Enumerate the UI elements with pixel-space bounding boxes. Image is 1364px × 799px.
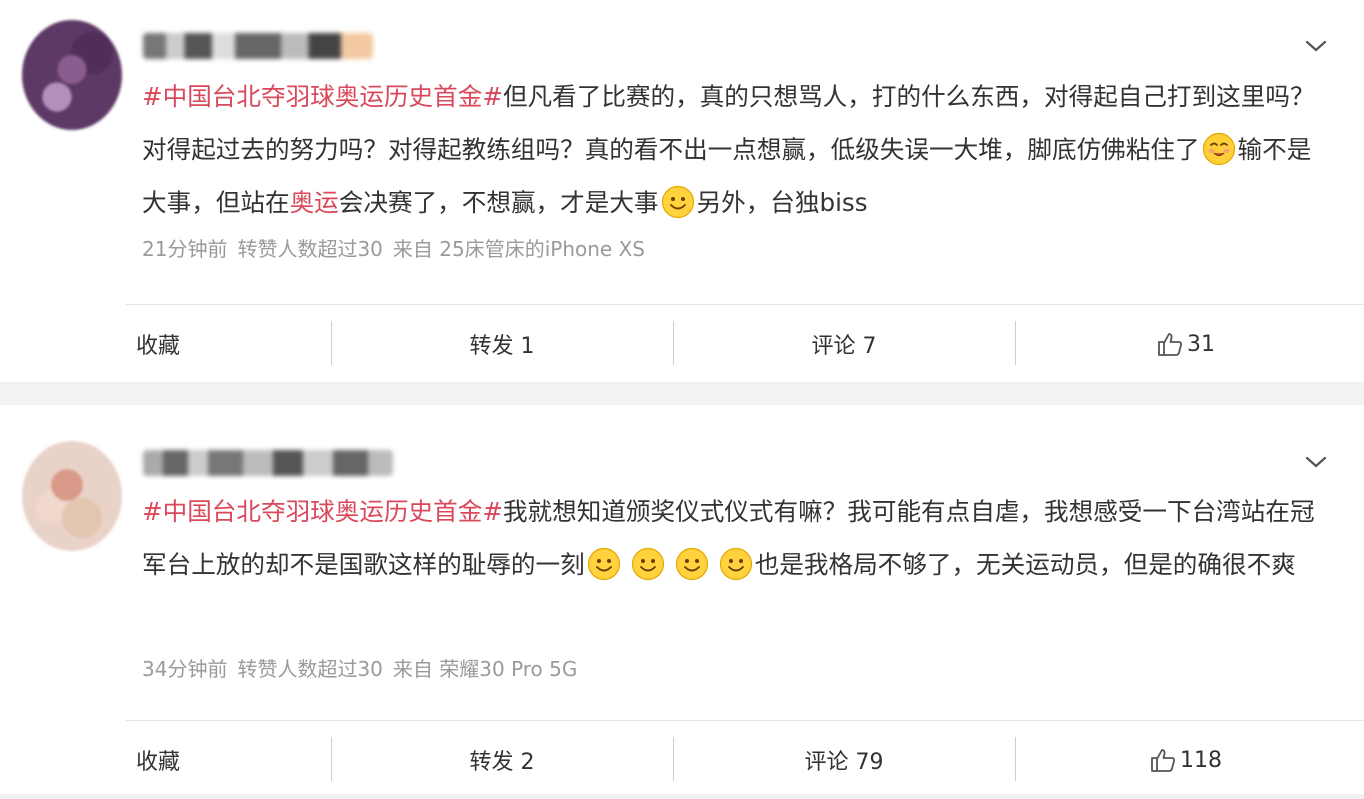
smile-emoji-icon xyxy=(719,547,753,581)
action-bar: 收藏 转发 1 评论 7 31 xyxy=(0,305,1364,383)
chevron-down-icon[interactable] xyxy=(1304,34,1328,58)
comment-button[interactable]: 评论 79 xyxy=(673,721,1015,799)
favorite-label: 收藏 xyxy=(136,334,181,359)
post-time[interactable]: 21分钟前 xyxy=(142,237,227,261)
post-text-segment: 也是我格局不够了，无关运动员，但是的确很不爽 xyxy=(754,550,1296,579)
repost-button[interactable]: 转发 1 xyxy=(331,305,673,383)
post-text-segment: 另外，台独biss xyxy=(696,188,868,217)
post-source: 来自 荣耀30 Pro 5G xyxy=(392,657,578,681)
smile-emoji-icon xyxy=(631,547,665,581)
avatar[interactable] xyxy=(22,441,122,551)
post-meta: 21分钟前 转赞人数超过30 来自 25床管床的iPhone XS xyxy=(142,233,655,262)
post-source: 来自 25床管床的iPhone XS xyxy=(392,237,645,261)
comment-button[interactable]: 评论 7 xyxy=(673,305,1015,383)
keyword-link[interactable]: 奥运 xyxy=(290,188,339,217)
thumbs-up-icon xyxy=(1151,749,1175,772)
topic-link[interactable]: #中国台北夺羽球奥运历史首金# xyxy=(142,82,503,111)
post-text-segment: 会决赛了，不想赢，才是大事 xyxy=(338,188,659,217)
comment-label: 评论 79 xyxy=(804,750,884,775)
comment-label: 评论 7 xyxy=(811,334,877,359)
smile-emoji-icon xyxy=(587,547,621,581)
username[interactable] xyxy=(143,450,393,476)
topic-link[interactable]: #中国台北夺羽球奥运历史首金# xyxy=(142,497,503,526)
like-count: 31 xyxy=(1187,331,1215,357)
post-text: #中国台北夺羽球奥运历史首金#但凡看了比赛的，真的只想骂人，打的什么东西，对得起… xyxy=(142,70,1327,229)
like-button[interactable]: 118 xyxy=(1015,721,1357,799)
shy-emoji-icon xyxy=(1202,132,1236,166)
chevron-down-icon[interactable] xyxy=(1304,450,1328,474)
thumbs-up-icon xyxy=(1158,333,1182,356)
post-card: #中国台北夺羽球奥运历史首金#我就想知道颁奖仪式仪式有嘛？我可能有点自虐，我想感… xyxy=(0,405,1364,794)
like-count: 118 xyxy=(1180,747,1222,773)
repost-label: 转发 2 xyxy=(469,750,535,775)
repost-note: 转赞人数超过30 xyxy=(237,237,383,261)
repost-button[interactable]: 转发 2 xyxy=(331,721,673,799)
post-meta: 34分钟前 转赞人数超过30 来自 荣耀30 Pro 5G xyxy=(142,653,587,682)
smile-emoji-icon xyxy=(661,185,695,219)
post-text: #中国台北夺羽球奥运历史首金#我就想知道颁奖仪式仪式有嘛？我可能有点自虐，我想感… xyxy=(142,485,1327,591)
avatar[interactable] xyxy=(22,20,122,130)
favorite-button[interactable]: 收藏 xyxy=(0,305,331,383)
favorite-label: 收藏 xyxy=(136,750,181,775)
post-separator xyxy=(0,382,1364,405)
action-bar: 收藏 转发 2 评论 79 118 xyxy=(0,721,1364,799)
post-card: #中国台北夺羽球奥运历史首金#但凡看了比赛的，真的只想骂人，打的什么东西，对得起… xyxy=(0,0,1364,382)
favorite-button[interactable]: 收藏 xyxy=(0,721,331,799)
username[interactable] xyxy=(143,33,373,59)
like-button[interactable]: 31 xyxy=(1015,305,1357,383)
post-time[interactable]: 34分钟前 xyxy=(142,657,227,681)
repost-note: 转赞人数超过30 xyxy=(237,657,383,681)
repost-label: 转发 1 xyxy=(469,334,535,359)
smile-emoji-icon xyxy=(675,547,709,581)
